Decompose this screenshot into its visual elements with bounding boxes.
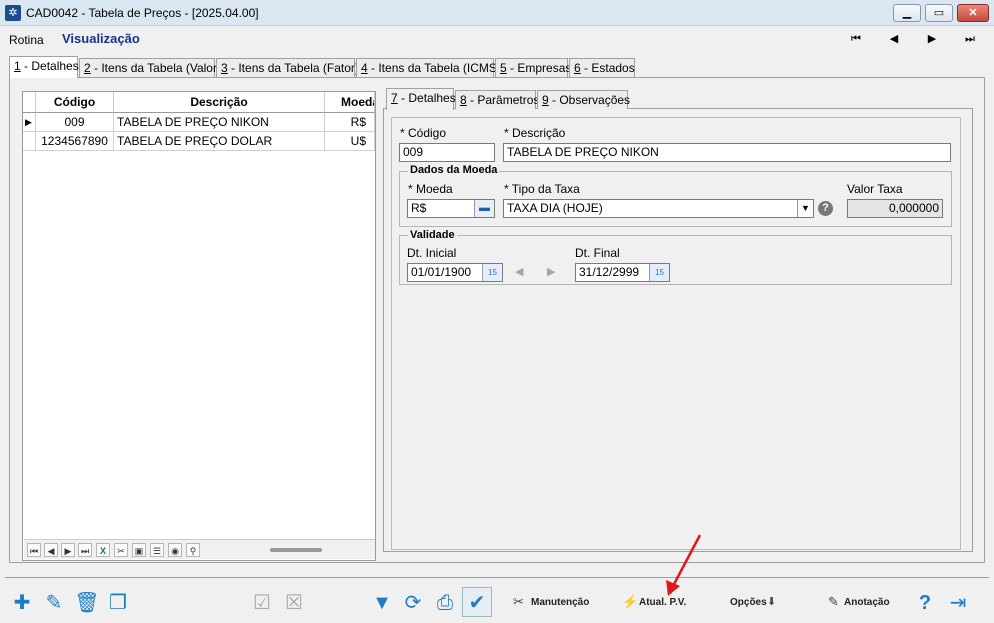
table-cell-moeda[interactable]: U$ — [325, 132, 375, 151]
tipo-taxa-label: * Tipo da Taxa — [504, 182, 580, 196]
tools-icon[interactable]: ✂ — [114, 543, 128, 557]
column-header-descricao[interactable]: Descrição — [114, 92, 325, 113]
checkmark-icon[interactable]: ✔ — [462, 587, 492, 617]
window-title: CAD0042 - Tabela de Preços - [2025.04.00… — [26, 6, 259, 20]
tab-detalhes-inner[interactable]: 7 - Detalhes — [386, 88, 456, 110]
table-cell-codigo[interactable]: 1234567890 — [36, 132, 114, 151]
tipo-taxa-select[interactable]: TAXA DIA (HOJE) — [503, 199, 814, 218]
descricao-field[interactable]: TABELA DE PREÇO NIKON — [503, 143, 951, 162]
last-record-icon[interactable]: ⏭ — [961, 31, 979, 47]
calendar-icon[interactable]: 15 — [482, 264, 502, 281]
tab-itens-valor[interactable]: 2 - Itens da Tabela (Valor) — [79, 58, 221, 77]
cancel-disabled-icon: ☒ — [285, 592, 303, 614]
opcoes-button[interactable]: Opções — [730, 597, 767, 608]
close-button[interactable]: ✕ — [957, 4, 989, 22]
chevron-down-icon[interactable]: ▼ — [797, 200, 813, 217]
column-header-codigo[interactable]: Código — [36, 92, 114, 113]
table-cell-descricao[interactable]: TABELA DE PREÇO DOLAR — [114, 132, 325, 151]
excel-export-icon[interactable]: X — [96, 543, 110, 557]
calendar-icon[interactable]: 15 — [649, 264, 669, 281]
first-record-icon[interactable]: ⏮ — [847, 31, 865, 47]
tab-itens-fator[interactable]: 3 - Itens da Tabela (Fator) — [216, 58, 359, 77]
validade-title: Validade — [408, 229, 457, 241]
tab-itens-icms[interactable]: 4 - Itens da Tabela (ICMS) — [356, 58, 501, 77]
dados-moeda-title: Dados da Moeda — [408, 164, 500, 176]
scrollbar-thumb[interactable] — [270, 548, 322, 552]
tab-empresas[interactable]: 5 - Empresas — [495, 58, 571, 77]
print-icon[interactable]: ⎙ — [432, 590, 458, 616]
tools-icon: ✂ — [513, 594, 524, 609]
valor-taxa-field: 0,000000 — [847, 199, 943, 218]
save-layout-icon[interactable]: ▣ — [132, 543, 146, 557]
anotacao-button[interactable]: Anotação — [844, 597, 890, 608]
folder-lookup-icon[interactable]: ▬ — [474, 200, 494, 217]
manutencao-button[interactable]: Manutenção — [531, 597, 589, 608]
filter-icon[interactable]: ▼ — [369, 590, 395, 616]
grid-last-icon[interactable]: ⏭ — [78, 543, 92, 557]
maximize-button[interactable]: ▭ — [925, 4, 953, 22]
lightning-icon: ⚡ — [622, 594, 639, 609]
next-record-icon[interactable]: ▶ — [923, 31, 941, 47]
row-indicator-icon: ▶ — [23, 113, 36, 132]
app-grid-icon: ✲ — [5, 5, 21, 21]
column-header-moeda[interactable]: Moeda — [325, 92, 375, 113]
tab-observacoes[interactable]: 9 - Observações — [537, 90, 630, 109]
help-icon[interactable]: ? — [912, 590, 938, 616]
grid-prev-icon[interactable]: ◀ — [44, 543, 58, 557]
codigo-label: * Código — [400, 126, 447, 140]
tab-parametros[interactable]: 8 - Parâmetros — [455, 90, 539, 109]
dt-final-label: Dt. Final — [575, 246, 620, 260]
grid-config-icon[interactable]: ☰ — [150, 543, 164, 557]
grid-search-icon[interactable]: ⚲ — [186, 543, 200, 557]
pencil-icon: ✎ — [828, 594, 839, 609]
row-indicator — [23, 132, 36, 151]
table-cell-descricao[interactable]: TABELA DE PREÇO NIKON — [114, 113, 325, 132]
prev-record-icon[interactable]: ◀ — [885, 31, 903, 47]
arrow-down-icon: ⬇ — [767, 596, 777, 608]
tab-estados[interactable]: 6 - Estados — [569, 58, 635, 77]
valor-taxa-label: Valor Taxa — [847, 182, 903, 196]
moeda-label: * Moeda — [408, 182, 453, 196]
exit-icon[interactable]: ⇥ — [945, 590, 971, 616]
minimize-button[interactable]: ▁ — [893, 4, 921, 22]
date-prev-icon[interactable]: ◀ — [515, 265, 523, 278]
rotina-menu[interactable]: Rotina — [9, 33, 44, 47]
delete-record-icon[interactable]: 🗑 — [74, 590, 100, 616]
table-cell-codigo[interactable]: 009 — [36, 113, 114, 132]
dt-inicial-label: Dt. Inicial — [407, 246, 457, 260]
codigo-field[interactable]: 009 — [399, 143, 495, 162]
edit-record-icon[interactable]: ✎ — [41, 590, 67, 616]
grid-indicator-header — [23, 92, 36, 113]
confirm-disabled-icon: ☑ — [253, 592, 271, 614]
grid-view-icon[interactable]: ◉ — [168, 543, 182, 557]
tab-detalhes[interactable]: 1 - Detalhes — [9, 56, 79, 78]
annotation-arrow-icon — [666, 534, 702, 596]
descricao-label: * Descrição — [504, 126, 566, 140]
bottom-toolbar — [5, 577, 989, 621]
grid-toolbar: ⏮ ◀ ▶ ⏭ X ✂ ▣ ☰ ◉ ⚲ — [24, 539, 375, 559]
grid-first-icon[interactable]: ⏮ — [27, 543, 41, 557]
add-record-icon[interactable]: ✚ — [9, 590, 35, 616]
copy-record-icon[interactable]: ❐ — [105, 590, 131, 616]
help-icon[interactable]: ? — [818, 201, 833, 216]
price-table-grid[interactable]: Código Descrição Moeda ▶ 009 TABELA DE P… — [22, 91, 376, 561]
mode-label: Visualização — [62, 31, 140, 46]
table-cell-moeda[interactable]: R$ — [325, 113, 375, 132]
date-next-icon[interactable]: ▶ — [547, 265, 555, 278]
refresh-icon[interactable]: ⟳ — [400, 590, 426, 616]
grid-next-icon[interactable]: ▶ — [61, 543, 75, 557]
